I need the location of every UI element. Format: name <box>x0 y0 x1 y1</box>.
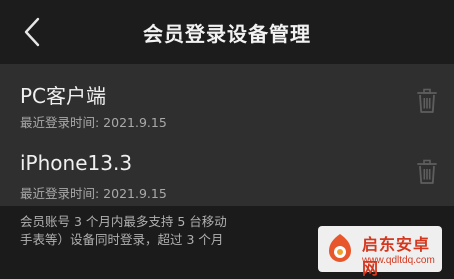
list-item: iPhone13.3 最近登录时间: 2021.9.15 <box>0 135 454 206</box>
trash-icon <box>417 88 437 113</box>
delete-device-button[interactable] <box>416 159 438 185</box>
delete-device-button[interactable] <box>416 88 438 114</box>
watermark-logo-icon <box>329 234 351 262</box>
navigation-bar: 会员登录设备管理 <box>0 0 454 64</box>
list-item: PC客户端 最近登录时间: 2021.9.15 <box>0 64 454 135</box>
site-watermark: 启东安卓网 www.qdltdq.com <box>318 226 442 278</box>
login-limit-note: 会员账号 3 个月内最多支持 5 台移动 手表等）设备同时登录，超过 3 个月 <box>20 213 320 249</box>
watermark-url: www.qdltdq.com <box>362 255 435 266</box>
device-name: iPhone13.3 <box>20 151 133 175</box>
device-list: PC客户端 最近登录时间: 2021.9.15 iPhone13.3 最近登录时… <box>0 64 454 206</box>
last-login-time: 最近登录时间: 2021.9.15 <box>20 115 167 130</box>
note-line-1: 会员账号 3 个月内最多支持 5 台移动 <box>20 214 227 229</box>
last-login-time: 最近登录时间: 2021.9.15 <box>20 186 167 201</box>
note-line-2: 手表等）设备同时登录，超过 3 个月 <box>20 232 224 247</box>
trash-icon <box>417 159 437 184</box>
device-name: PC客户端 <box>20 84 107 108</box>
page-title: 会员登录设备管理 <box>143 22 311 46</box>
